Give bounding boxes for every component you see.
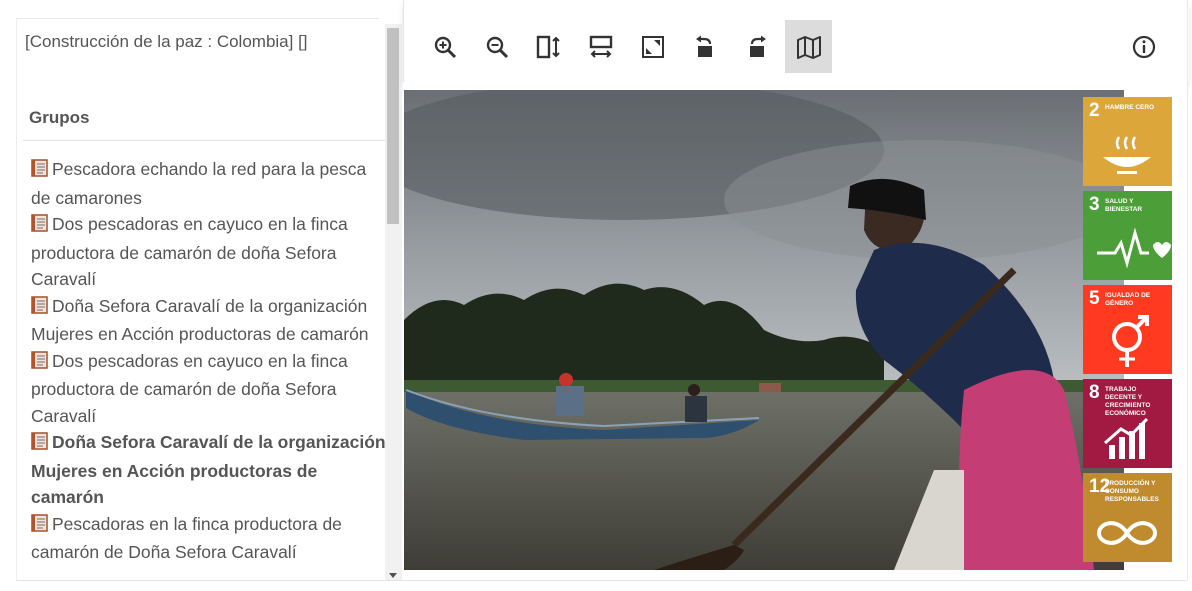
fit-width-icon [589,35,612,58]
document-icon [31,431,48,458]
sdg-number: 5 [1089,288,1100,309]
info-button[interactable] [1120,20,1167,73]
sdg-label: SALUD Y BIENESTAR [1105,198,1143,213]
groups-heading: Grupos [29,108,90,127]
full-size-icon [641,35,664,58]
sdg-number: 3 [1089,194,1100,215]
record-sidebar: [Construcción de la paz : Colombia] [] G… [16,18,403,581]
sdg-label: TRABAJO DECENTE Y CRECIMIENTO ECONÓMICO [1105,386,1151,417]
group-item[interactable]: Pescadora echando la red para la pesca d… [31,156,389,211]
sdg-badge-2[interactable]: 2 HAMBRE CERO [1083,97,1172,186]
zoom-out-icon [486,36,508,58]
group-item-label: Dos pescadoras en cayuco en la finca pro… [31,214,348,289]
document-icon [31,213,48,240]
group-list: Pescadora echando la red para la pesca d… [31,156,389,566]
group-item-label: Pescadora echando la red para la pesca d… [31,159,367,208]
photo-image [404,90,1124,570]
map-icon [796,35,821,59]
document-icon [31,158,48,185]
group-item-label: Doña Sefora Caravalí de la organización … [31,432,386,507]
scrollbar-thumb[interactable] [387,28,399,224]
group-item-label: Doña Sefora Caravalí de la organización … [31,295,369,345]
sdg-label: PRODUCCIÓN Y CONSUMO RESPONSABLES [1105,480,1159,503]
group-item[interactable]: Doña Sefora Caravalí de la organización … [31,293,389,348]
rotate-left-icon [695,35,712,57]
document-icon [31,295,48,322]
info-icon [1132,35,1155,58]
divider [17,18,379,19]
group-item[interactable]: Pescadoras en la finca productora de cam… [31,511,389,566]
rotate-left-button[interactable] [681,20,728,73]
sdg-number: 2 [1089,100,1100,121]
group-item[interactable]: Dos pescadoras en cayuco en la finca pro… [31,348,389,430]
group-item-label: Dos pescadoras en cayuco en la finca pro… [31,350,348,426]
sdg-number: 8 [1089,382,1100,403]
divider [16,580,1186,581]
rotate-right-icon [749,35,766,57]
document-icon [31,350,48,377]
sdg-badge-8[interactable]: 8 TRABAJO DECENTE Y CRECIMIENTO ECONÓMIC… [1083,379,1172,468]
group-item-label: Pescadoras en la finca productora de cam… [31,513,342,563]
sdg-badge-12[interactable]: 12 PRODUCCIÓN Y CONSUMO RESPONSABLES [1083,473,1172,562]
scroll-down-arrow-icon[interactable] [389,573,397,578]
sidebar-scrollbar[interactable] [385,24,402,580]
sdg-badge-3[interactable]: 3 SALUD Y BIENESTAR [1083,191,1172,280]
fit-height-icon [536,35,560,58]
zoom-in-icon [434,36,456,58]
sdg-badge-5[interactable]: 5 IGUALDAD DE GÉNERO [1083,285,1172,374]
zoom-out-button[interactable] [473,20,520,73]
viewer-toolbar [403,0,1189,82]
sdg-label: IGUALDAD DE GÉNERO [1105,292,1151,307]
record-title: [Construcción de la paz : Colombia] [] [25,32,308,51]
group-item-active[interactable]: Doña Sefora Caravalí de la organización … [31,429,389,511]
rotate-right-button[interactable] [733,20,780,73]
divider [1187,0,1188,581]
sdg-label: HAMBRE CERO [1105,104,1155,111]
map-button[interactable] [785,20,832,73]
fit-height-button[interactable] [525,20,572,73]
group-item[interactable]: Dos pescadoras en cayuco en la finca pro… [31,211,389,293]
zoom-in-button[interactable] [421,20,468,73]
full-size-button[interactable] [629,20,676,73]
document-icon [31,513,48,540]
fit-width-button[interactable] [577,20,624,73]
image-viewer[interactable]: 2 HAMBRE CERO 3 SALUD Y BIENESTAR 5 IGUA… [403,82,1188,581]
divider [23,140,387,141]
